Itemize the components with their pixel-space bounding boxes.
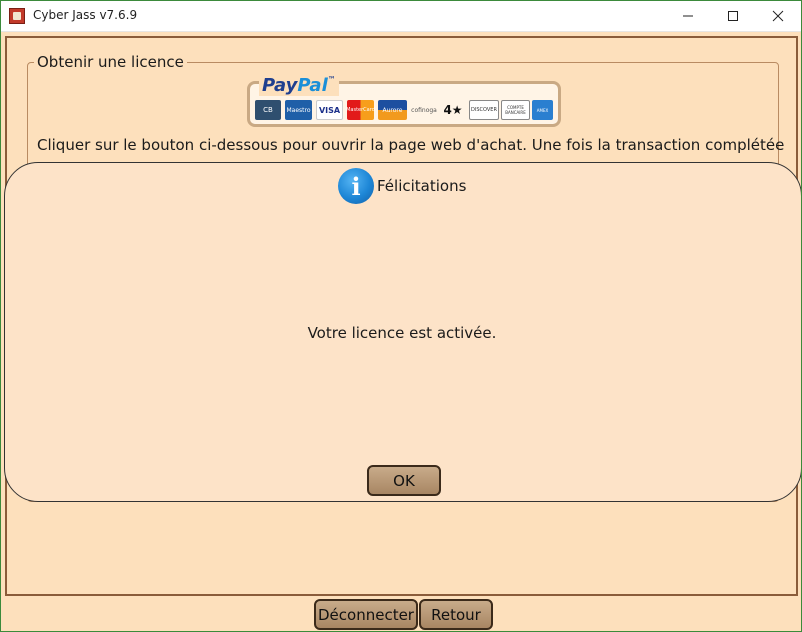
app-window: Cyber Jass v7.6.9 Obtenir une licence Pa… bbox=[0, 0, 802, 632]
app-icon bbox=[9, 8, 25, 24]
ok-button[interactable]: OK bbox=[367, 465, 441, 496]
close-button[interactable] bbox=[755, 1, 801, 31]
paypal-logo-pal: Pal bbox=[297, 75, 328, 96]
minimize-icon bbox=[683, 15, 693, 17]
card-maestro: Maestro bbox=[285, 100, 312, 120]
minimize-button[interactable] bbox=[665, 1, 711, 31]
maximize-icon bbox=[728, 11, 738, 21]
dialog-message: Votre licence est activée. bbox=[307, 324, 497, 342]
disconnect-button[interactable]: Déconnecter bbox=[314, 599, 418, 630]
close-icon bbox=[772, 10, 784, 22]
window-title: Cyber Jass v7.6.9 bbox=[33, 8, 138, 22]
card-cofinoga: cofinoga bbox=[411, 106, 437, 114]
paypal-logo-pay: Pay bbox=[262, 75, 298, 96]
back-button[interactable]: Retour bbox=[419, 599, 493, 630]
maximize-button[interactable] bbox=[710, 1, 756, 31]
paypal-logo-tm: ™ bbox=[327, 75, 336, 84]
card-aurore: Aurore bbox=[378, 100, 407, 120]
title-bar[interactable]: Cyber Jass v7.6.9 bbox=[1, 1, 801, 32]
license-group-title: Obtenir une licence bbox=[34, 53, 187, 71]
card-cb: CB bbox=[255, 100, 281, 120]
dialog-title: Félicitations bbox=[377, 177, 467, 195]
card-visa: VISA bbox=[316, 100, 343, 120]
paypal-logo: PayPal™ bbox=[259, 75, 339, 96]
card-amex: AMEX bbox=[532, 100, 553, 120]
card-mastercard: MasterCard bbox=[346, 100, 375, 120]
info-icon: i bbox=[338, 168, 374, 204]
card-discover: DISCOVER bbox=[469, 100, 499, 120]
instruction-text: Cliquer sur le bouton ci-dessous pour ou… bbox=[37, 136, 785, 154]
card-4etoiles: 4★ bbox=[443, 103, 463, 117]
card-compte-bancaire: COMPTE BANCAIRE bbox=[501, 100, 530, 120]
